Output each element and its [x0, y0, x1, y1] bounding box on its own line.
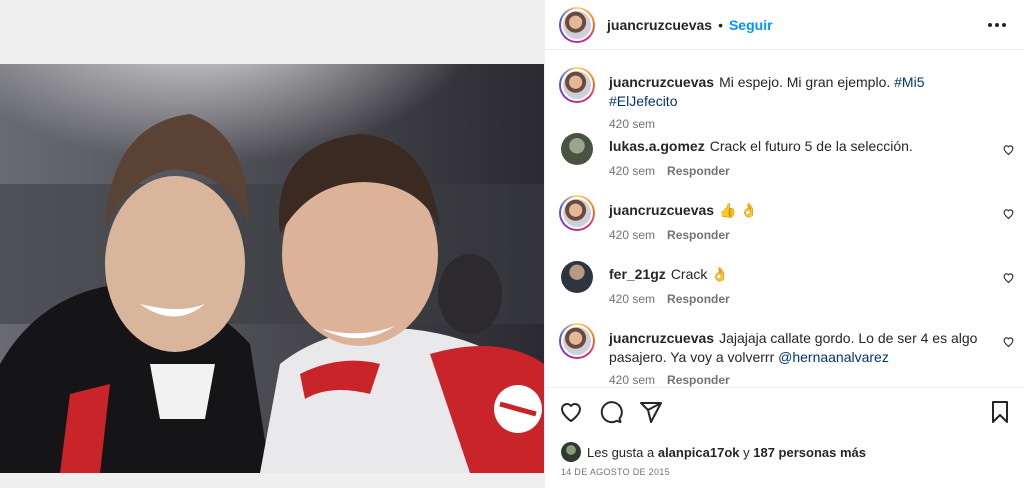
comment-like-icon[interactable]: [1002, 143, 1015, 156]
photo-illustration: [0, 64, 544, 473]
action-icons: [559, 400, 1012, 426]
caption-age: 420 sem: [609, 117, 656, 131]
caption-body: Mi espejo. Mi gran ejemplo.: [719, 74, 891, 90]
commenter-avatar[interactable]: [561, 261, 593, 293]
caption-row: juancruzcuevas Mi espejo. Mi gran ejemplo…: [559, 67, 1019, 131]
likes-prefix: Les gusta a: [587, 444, 655, 460]
caption-username[interactable]: juancruzcuevas: [609, 74, 714, 90]
heart-icon[interactable]: [559, 400, 583, 424]
commenter-avatar[interactable]: [559, 195, 595, 231]
header-separator: •: [718, 16, 723, 33]
liker-username[interactable]: alanpica17ok: [658, 445, 740, 460]
comment-row: fer_21gz Crack 👌 420 sem Responder: [559, 259, 1019, 306]
post-actions: Les gusta a alanpica17ok y 187 personas …: [545, 387, 1024, 488]
comment-username[interactable]: lukas.a.gomez: [609, 138, 705, 154]
comment-age: 420 sem: [609, 228, 656, 242]
comment-username[interactable]: fer_21gz: [609, 266, 666, 282]
bookmark-icon[interactable]: [988, 400, 1012, 424]
comment-icon[interactable]: [599, 400, 623, 424]
commenter-avatar[interactable]: [559, 323, 595, 359]
comment-text: Crack 👌: [670, 266, 729, 282]
comment-mention[interactable]: @hernaanalvarez: [778, 349, 889, 365]
comment-age: 420 sem: [609, 373, 656, 387]
post-side-panel: juancruzcuevas • Seguir juancruzcuevas Mi…: [544, 0, 1024, 488]
follow-button[interactable]: Seguir: [729, 17, 773, 33]
comment-row: juancruzcuevas Jajajaja callate gordo. Lo…: [559, 323, 1019, 387]
likes-conjunction: y: [743, 444, 750, 460]
comment-row: juancruzcuevas 👍 👌 420 sem Responder: [559, 195, 1019, 242]
comment-like-icon[interactable]: [1002, 335, 1015, 348]
comment-username[interactable]: juancruzcuevas: [609, 330, 714, 346]
liker-avatar[interactable]: [561, 442, 581, 462]
author-avatar[interactable]: [559, 6, 595, 43]
comment-like-icon[interactable]: [1002, 207, 1015, 220]
commenter-avatar[interactable]: [561, 133, 593, 165]
comments-list: juancruzcuevas Mi espejo. Mi gran ejemplo…: [545, 51, 1024, 387]
comment-age: 420 sem: [609, 292, 656, 306]
comment-username[interactable]: juancruzcuevas: [609, 202, 714, 218]
likes-summary: Les gusta a alanpica17ok y 187 personas …: [561, 442, 866, 462]
comment-row: lukas.a.gomez Crack el futuro 5 de la sel…: [559, 131, 1019, 178]
comment-text: Crack el futuro 5 de la selección.: [709, 138, 913, 154]
comment-like-icon[interactable]: [1002, 271, 1015, 284]
post-header: juancruzcuevas • Seguir: [545, 0, 1024, 50]
caption-avatar[interactable]: [559, 67, 595, 103]
post-photo[interactable]: [0, 64, 544, 473]
more-options-icon[interactable]: [984, 19, 1010, 31]
post-media-area: [0, 0, 544, 488]
author-username[interactable]: juancruzcuevas: [607, 17, 712, 33]
comment-age: 420 sem: [609, 164, 656, 178]
caption-text: juancruzcuevas Mi espejo. Mi gran ejemplo…: [609, 73, 989, 111]
post-date: 14 DE AGOSTO DE 2015: [561, 467, 670, 477]
reply-button[interactable]: Responder: [667, 292, 730, 306]
reply-button[interactable]: Responder: [667, 164, 730, 178]
likes-count[interactable]: 187 personas más: [753, 445, 866, 460]
comment-text: 👍 👌: [719, 202, 758, 218]
share-icon[interactable]: [639, 400, 663, 424]
reply-button[interactable]: Responder: [667, 373, 730, 387]
reply-button[interactable]: Responder: [667, 228, 730, 242]
